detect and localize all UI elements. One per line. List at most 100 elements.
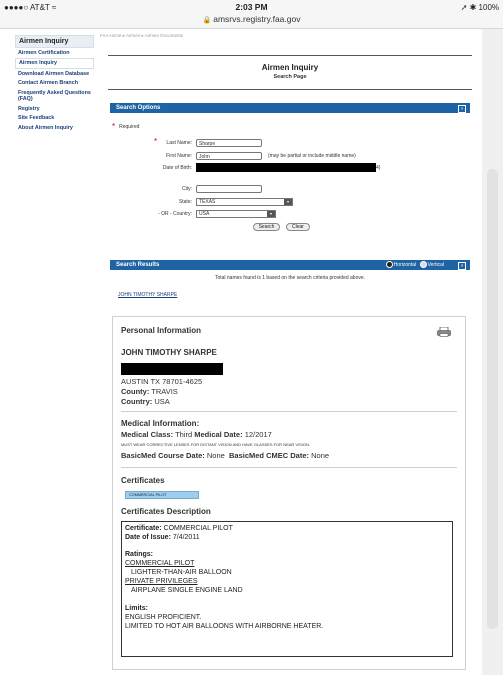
- sidebar-item-about[interactable]: About Airmen Inquiry: [15, 123, 94, 133]
- address-redaction: [121, 363, 223, 375]
- limit-english: ENGLISH PROFICIENT.: [125, 614, 202, 621]
- first-name-label: First Name:: [166, 153, 192, 159]
- medical-date-value: 12/2017: [244, 430, 272, 439]
- first-name-hint: (may be partial or include middle name): [268, 153, 356, 159]
- rating-balloon: LIGHTER-THAN-AIR BALLOON: [131, 569, 232, 576]
- rating-commercial-pilot: COMMERCIAL PILOT: [125, 560, 195, 567]
- certificate-value: COMMERCIAL PILOT: [163, 525, 233, 532]
- rating-asel: AIRPLANE SINGLE ENGINE LAND: [131, 587, 243, 594]
- county-line: County: TRAVIS: [121, 387, 178, 396]
- county-label: County:: [121, 387, 150, 396]
- country-value: USA: [154, 397, 170, 406]
- search-results-bar: Search Results Horizontal Vertical ?: [110, 260, 470, 270]
- first-name-input[interactable]: John: [196, 152, 262, 160]
- search-options-title: Search Options: [116, 105, 161, 111]
- basicmed-course-value: None: [206, 451, 225, 460]
- state-value: TEXAS: [199, 199, 216, 205]
- help-icon[interactable]: ?: [458, 262, 466, 270]
- sidebar-item-download-database[interactable]: Download Airmen Database: [15, 69, 94, 79]
- certificate-pill[interactable]: COMMERCIAL PILOT: [125, 491, 199, 499]
- divider: [121, 411, 457, 412]
- limits-label: Limits:: [125, 605, 148, 612]
- dropdown-arrow-icon: ▾: [267, 211, 275, 217]
- country-label: Country:: [121, 397, 153, 406]
- certificates-heading: Certificates: [121, 476, 165, 485]
- issue-date-label: Date of Issue:: [125, 534, 171, 541]
- last-name-input[interactable]: Sharpe: [196, 139, 262, 147]
- ratings-label: Ratings:: [125, 551, 153, 558]
- status-time: 2:03 PM: [235, 2, 268, 12]
- horizontal-label: Horizontal: [393, 262, 417, 268]
- dob-redaction: [196, 163, 376, 172]
- medical-class-label: Medical Class:: [121, 430, 174, 439]
- limit-hot-air: LIMITED TO HOT AIR BALLOONS WITH AIRBORN…: [125, 623, 324, 630]
- page-title: Airmen Inquiry: [261, 63, 319, 72]
- basicmed-course-label: BasicMed Course Date:: [121, 451, 205, 460]
- results-total-text: Total names found is 1 based on the sear…: [214, 275, 366, 281]
- basicmed-cmec-value: None: [311, 451, 330, 460]
- medical-limitation: MUST WEAR CORRECTIVE LENSES FOR DISTANT …: [121, 442, 311, 447]
- required-label: Required: [119, 123, 140, 130]
- certificate-description-box: Certificate: COMMERCIAL PILOT Date of Is…: [121, 521, 453, 657]
- airman-name: JOHN TIMOTHY SHARPE: [121, 348, 217, 357]
- vertical-radio[interactable]: [419, 261, 427, 269]
- scrollbar-track[interactable]: [482, 29, 503, 675]
- result-link[interactable]: JOHN TIMOTHY SHARPE: [118, 292, 482, 298]
- sidebar-item-registry[interactable]: Registry: [15, 104, 94, 114]
- certificates-desc-heading: Certificates Description: [121, 507, 211, 516]
- search-options-bar: Search Options ?: [110, 103, 470, 113]
- state-label: State:: [178, 199, 192, 205]
- airman-detail-card: Personal Information JOHN TIMOTHY SHARPE…: [112, 316, 466, 670]
- clear-button[interactable]: Clear: [286, 223, 310, 231]
- state-select[interactable]: TEXAS ▾: [196, 198, 293, 206]
- sidebar-item-site-feedback[interactable]: Site Feedback: [15, 114, 94, 124]
- certificate-label: Certificate:: [125, 525, 162, 532]
- scrollbar-thumb[interactable]: [487, 169, 498, 629]
- medical-class-value: Third: [175, 430, 193, 439]
- dropdown-arrow-icon: ▾: [284, 199, 292, 205]
- sidebar-title: Airmen Inquiry: [15, 35, 94, 48]
- medical-heading: Medical Information:: [121, 419, 200, 428]
- help-icon[interactable]: ?: [458, 105, 466, 113]
- country-line: Country: USA: [121, 397, 170, 406]
- sidebar-item-faq[interactable]: Frequently Asked Questions (FAQ): [15, 88, 94, 104]
- breadcrumb[interactable]: FAA Home ▸ Airmen ▸ Airmen Documents: [98, 33, 482, 41]
- last-name-label: Last Name:: [166, 140, 192, 146]
- divider: [121, 467, 457, 468]
- sidebar: Airmen Inquiry Airmen Certification Airm…: [15, 35, 94, 133]
- country-label: - OR - Country:: [158, 211, 192, 217]
- basicmed-cmec-label: BasicMed CMEC Date:: [228, 451, 310, 460]
- sidebar-item-airmen-inquiry[interactable]: Airmen Inquiry: [15, 57, 94, 69]
- city-input[interactable]: [196, 185, 262, 193]
- county-value: TRAVIS: [151, 387, 178, 396]
- printer-icon[interactable]: [437, 327, 451, 337]
- personal-info-heading: Personal Information: [121, 326, 202, 335]
- country-value: USA: [199, 211, 210, 217]
- medical-class-line: Medical Class: Third Medical Date: 12/20…: [121, 430, 272, 439]
- basicmed-line: BasicMed Course Date: None BasicMed CMEC…: [121, 451, 329, 460]
- sidebar-item-contact[interactable]: Contact Airmen Branch: [15, 79, 94, 89]
- required-note: * Required: [112, 122, 482, 131]
- city-label: City:: [182, 186, 192, 192]
- view-toggle: Horizontal Vertical: [385, 260, 444, 270]
- issue-date-line: Date of Issue: 7/4/2011: [125, 533, 449, 542]
- sidebar-item-airmen-certification[interactable]: Airmen Certification: [15, 48, 94, 58]
- rating-private-privileges: PRIVATE PRIVILEGES: [125, 578, 198, 585]
- horizontal-radio[interactable]: [385, 261, 393, 269]
- battery-status: ➚ ✱ 100%: [460, 3, 499, 12]
- required-star-icon: *: [112, 122, 116, 131]
- city-state-zip: AUSTIN TX 78701-4625: [121, 377, 203, 386]
- status-bar: ●●●●○ AT&T ≈ 2:03 PM ➚ ✱ 100%: [0, 0, 503, 14]
- country-select[interactable]: USA ▾: [196, 210, 276, 218]
- search-button[interactable]: Search: [253, 223, 280, 231]
- lock-icon: 🔒: [202, 17, 212, 24]
- vertical-label: Vertical: [427, 262, 444, 268]
- medical-date-label: Medical Date:: [194, 430, 243, 439]
- url-text: amsrvs.registry.faa.gov: [213, 14, 301, 24]
- dob-label: Date of Birth:: [162, 165, 192, 171]
- issue-date-value: 7/4/2011: [172, 534, 200, 541]
- search-results-title: Search Results: [116, 262, 160, 268]
- dob-tail: 4): [376, 165, 381, 171]
- divider: [108, 55, 472, 56]
- url-bar[interactable]: 🔒 amsrvs.registry.faa.gov: [0, 14, 503, 29]
